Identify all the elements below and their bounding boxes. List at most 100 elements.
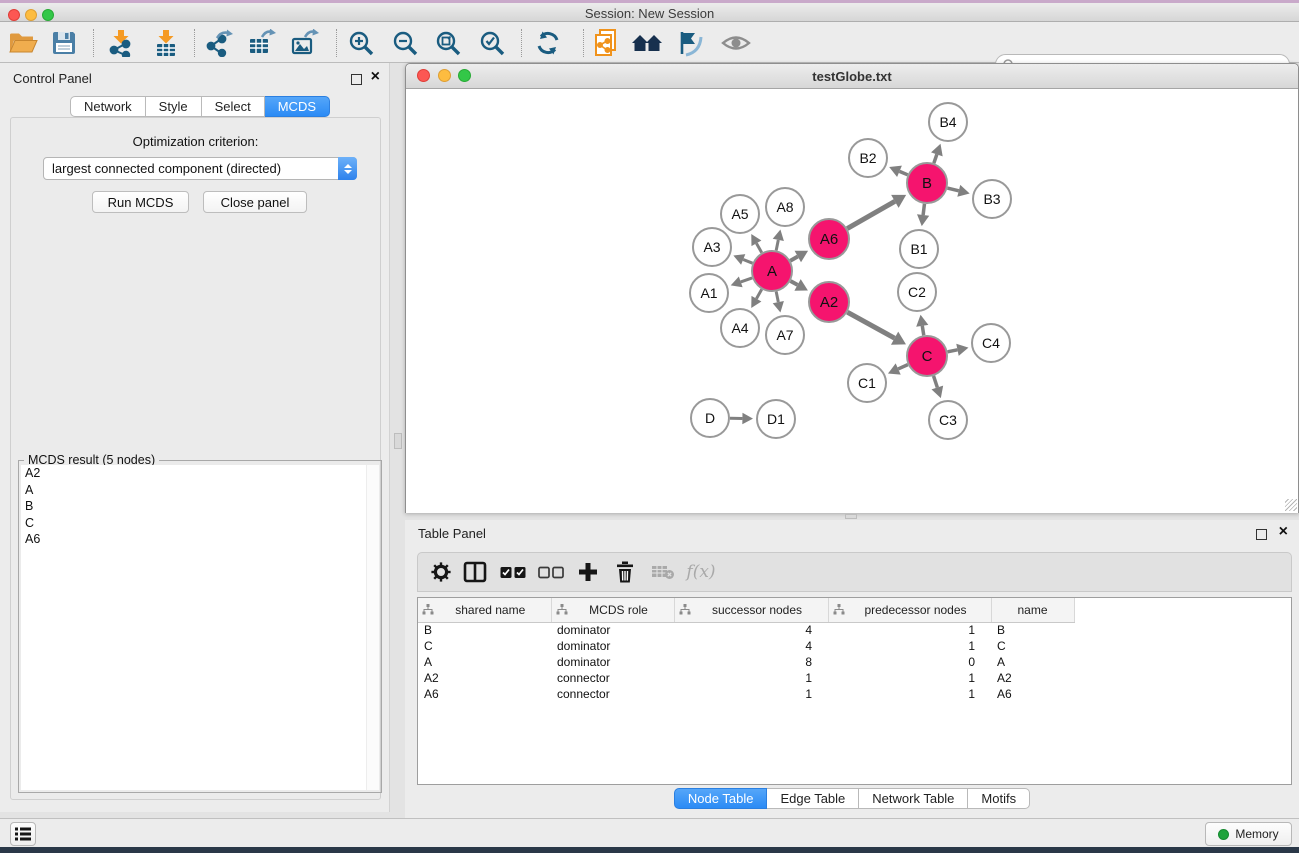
table-row[interactable]: Bdominator41B [418, 622, 1290, 638]
new-network-from-selection-button[interactable] [589, 28, 623, 58]
table-cell[interactable]: 4 [674, 622, 828, 638]
table-cell[interactable]: 4 [674, 638, 828, 654]
result-item[interactable]: A6 [21, 531, 379, 548]
table-cell[interactable]: dominator [551, 638, 674, 654]
table-cell[interactable]: connector [551, 686, 674, 702]
tab-select[interactable]: Select [202, 96, 265, 117]
zoom-fit-button[interactable] [431, 28, 465, 58]
column-header-MCDS-role[interactable]: MCDS role [551, 598, 674, 622]
mcds-result-list[interactable]: A2ABCA6 [21, 465, 379, 790]
edge-A-A1[interactable] [741, 278, 752, 282]
table-cell[interactable]: A2 [418, 670, 551, 686]
edge-C-C1[interactable] [898, 365, 908, 369]
show-column-button[interactable] [456, 561, 494, 583]
table-cell[interactable]: dominator [551, 622, 674, 638]
column-header-shared-name[interactable]: shared name [418, 598, 551, 622]
delete-column-button[interactable] [606, 561, 644, 583]
close-panel-button[interactable]: × [371, 71, 380, 82]
node-table[interactable]: shared nameMCDS rolesuccessor nodesprede… [417, 597, 1292, 785]
edge-A-A3[interactable] [743, 259, 752, 263]
edge-B-B2[interactable] [899, 171, 907, 174]
float-panel-button[interactable] [351, 72, 362, 90]
show-panels-button[interactable] [10, 822, 36, 846]
export-image-button[interactable] [287, 28, 321, 58]
edge-A-A4[interactable] [756, 289, 761, 298]
export-table-button[interactable] [244, 28, 278, 58]
splitter-handle[interactable] [845, 514, 857, 519]
table-cell[interactable]: 0 [828, 654, 991, 670]
window-resize-grip[interactable] [1285, 499, 1297, 511]
import-table-button[interactable] [149, 28, 183, 58]
float-table-panel-button[interactable] [1256, 527, 1267, 545]
table-row[interactable]: A2connector11A2 [418, 670, 1290, 686]
table-cell[interactable]: 1 [828, 686, 991, 702]
table-cell[interactable]: 1 [674, 686, 828, 702]
table-cell[interactable]: 8 [674, 654, 828, 670]
create-column-button[interactable] [570, 562, 606, 582]
edge-A-A2[interactable] [790, 281, 797, 285]
edge-A-A8[interactable] [776, 240, 778, 250]
table-cell[interactable]: A6 [418, 686, 551, 702]
result-list-scrollbar[interactable] [366, 465, 379, 790]
table-cell[interactable]: A [991, 654, 1074, 670]
tab-network[interactable]: Network [70, 96, 146, 117]
first-neighbors-button[interactable] [630, 28, 664, 58]
table-cell[interactable]: B [991, 622, 1074, 638]
select-all-columns-button[interactable] [494, 566, 532, 579]
save-session-button[interactable] [47, 28, 81, 58]
edge-B-B4[interactable] [934, 154, 937, 163]
edge-A-A7[interactable] [776, 292, 778, 302]
result-item[interactable]: C [21, 515, 379, 532]
zoom-out-button[interactable] [388, 28, 422, 58]
zoom-selected-button[interactable] [475, 28, 509, 58]
table-cell[interactable]: 1 [828, 638, 991, 654]
delete-table-button-disabled[interactable] [644, 564, 682, 580]
tab-style[interactable]: Style [146, 96, 202, 117]
table-options-button[interactable] [426, 560, 456, 584]
tab-network-table[interactable]: Network Table [859, 788, 968, 809]
open-session-button[interactable] [6, 28, 40, 58]
function-builder-button-disabled[interactable]: f(x) [682, 562, 720, 582]
tab-mcds[interactable]: MCDS [265, 96, 330, 117]
result-item[interactable]: A [21, 482, 379, 499]
optimization-criterion-select[interactable]: largest connected component (directed) [43, 157, 357, 180]
edge-A-A6[interactable] [790, 257, 797, 261]
table-row[interactable]: Adominator80A [418, 654, 1290, 670]
table-cell[interactable]: dominator [551, 654, 674, 670]
birds-eye-view-button[interactable] [719, 28, 753, 58]
result-item[interactable]: A2 [21, 465, 379, 482]
graphics-details-toggle-button[interactable] [674, 28, 708, 58]
edge-C-C3[interactable] [934, 376, 938, 388]
edge-C-C4[interactable] [948, 350, 958, 352]
edge-B-B3[interactable] [947, 188, 958, 191]
result-item[interactable]: B [21, 498, 379, 515]
apply-layout-button[interactable] [531, 28, 565, 58]
table-cell[interactable]: connector [551, 670, 674, 686]
network-window-titlebar[interactable]: testGlobe.txt [406, 64, 1298, 89]
tab-motifs[interactable]: Motifs [968, 788, 1030, 809]
table-cell[interactable]: A2 [991, 670, 1074, 686]
export-network-button[interactable] [202, 28, 236, 58]
tab-node-table[interactable]: Node Table [674, 788, 768, 809]
edge-A2-C[interactable] [847, 312, 894, 338]
vertical-splitter-handle[interactable] [394, 433, 402, 449]
memory-button[interactable]: Memory [1205, 822, 1292, 846]
column-header-successor-nodes[interactable]: successor nodes [674, 598, 828, 622]
table-cell[interactable]: A [418, 654, 551, 670]
table-cell[interactable]: C [991, 638, 1074, 654]
table-cell[interactable]: A6 [991, 686, 1074, 702]
close-panel-button[interactable]: Close panel [203, 191, 307, 213]
tab-edge-table[interactable]: Edge Table [767, 788, 859, 809]
table-cell[interactable]: C [418, 638, 551, 654]
table-row[interactable]: Cdominator41C [418, 638, 1290, 654]
close-table-panel-button[interactable]: × [1279, 526, 1288, 537]
column-header-name[interactable]: name [991, 598, 1074, 622]
network-graph[interactable]: B4B2BB3A5A8A6A3B1AA1C2A2A4A7C4CC1C3DD1 [406, 89, 1298, 513]
table-cell[interactable]: B [418, 622, 551, 638]
edge-C-C2[interactable] [922, 326, 923, 335]
zoom-in-button[interactable] [344, 28, 378, 58]
unselect-all-columns-button[interactable] [532, 566, 570, 579]
edge-B-B1[interactable] [923, 204, 924, 215]
import-network-button[interactable] [104, 28, 138, 58]
run-mcds-button[interactable]: Run MCDS [92, 191, 189, 213]
